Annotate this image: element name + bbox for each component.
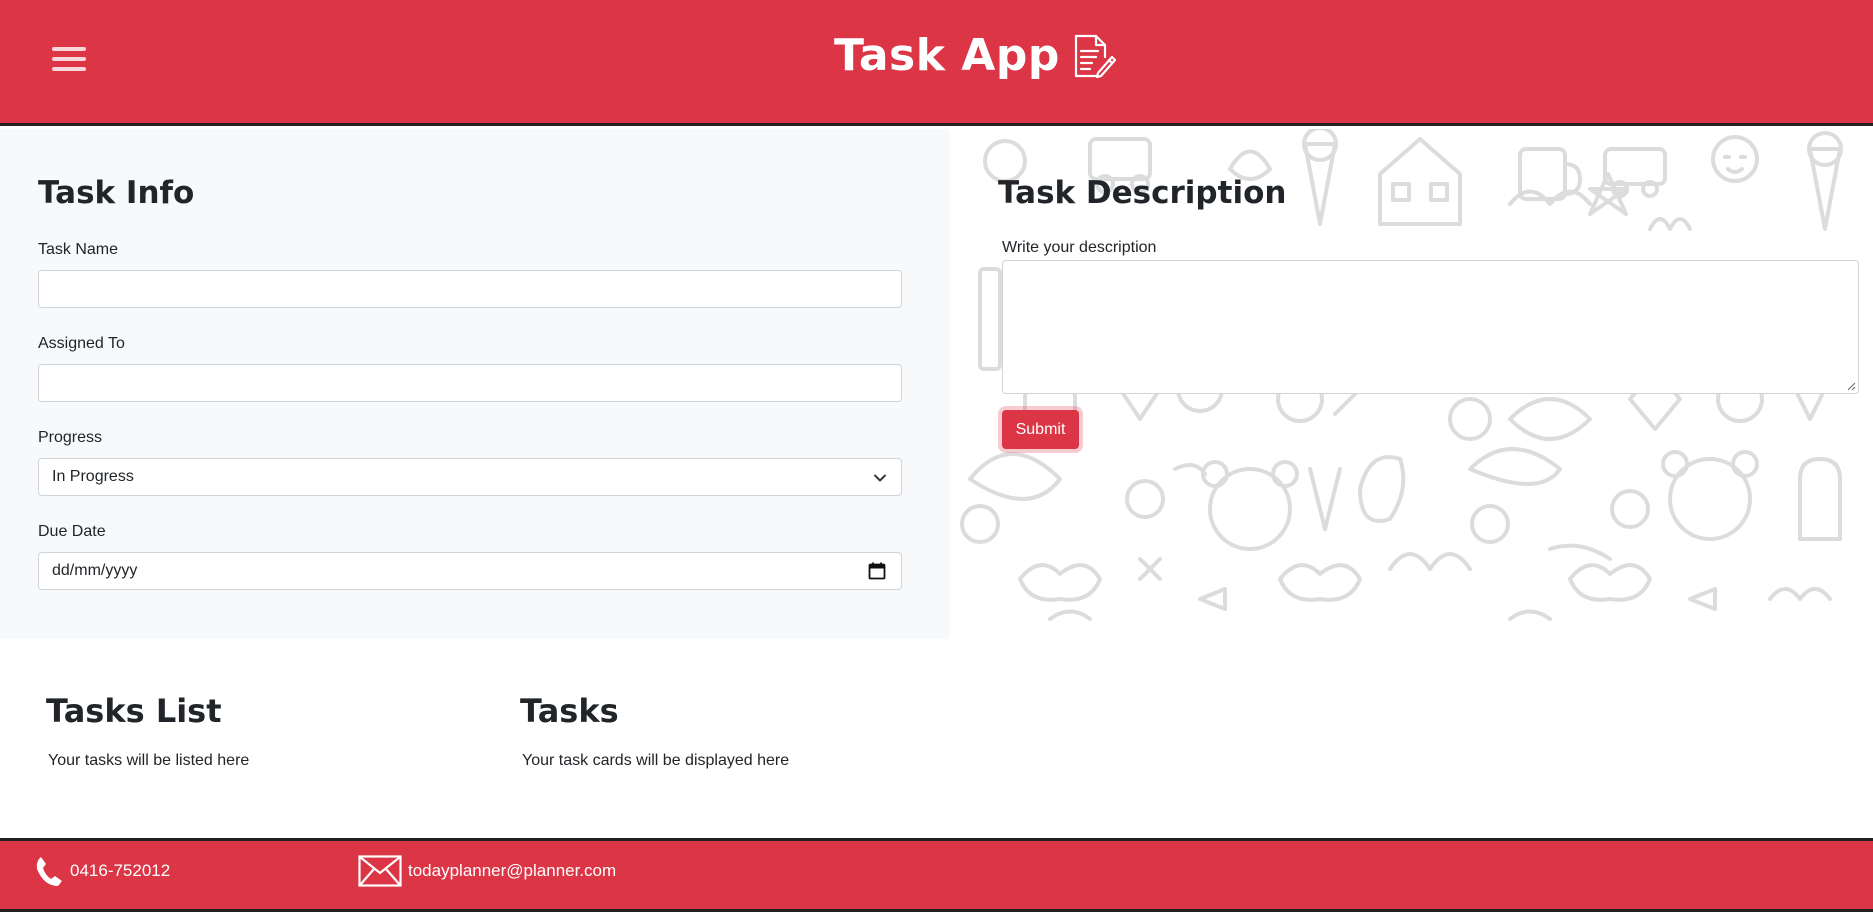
- email-address[interactable]: todayplanner@planner.com: [408, 861, 616, 881]
- footer: 0416-752012 todayplanner@planner.com: [0, 838, 1873, 912]
- progress-label: Progress: [38, 429, 103, 446]
- app-title: Task App: [834, 30, 1060, 81]
- due-date-input[interactable]: dd/mm/yyyy: [38, 552, 902, 590]
- top-navbar: Task App: [0, 0, 1873, 126]
- description-label: Write your description: [1002, 239, 1157, 256]
- progress-selected-value: In Progress: [52, 468, 134, 485]
- due-date-placeholder: dd/mm/yyyy: [52, 562, 138, 579]
- tasks-list-heading: Tasks List: [46, 692, 222, 730]
- description-textarea[interactable]: [1002, 260, 1859, 394]
- hamburger-bar: [52, 47, 86, 51]
- task-info-panel: Task Info Task Name Assigned To Progress…: [0, 129, 950, 639]
- phone-icon: [36, 857, 62, 886]
- task-name-input[interactable]: [38, 270, 902, 308]
- footer-phone: 0416-752012: [34, 855, 170, 887]
- submit-button[interactable]: Submit: [1002, 410, 1079, 449]
- hamburger-bar: [52, 67, 86, 71]
- task-info-heading: Task Info: [38, 175, 195, 211]
- assigned-to-input[interactable]: [38, 364, 902, 402]
- tasks-heading: Tasks: [520, 692, 619, 730]
- resize-grip-icon[interactable]: [1846, 381, 1856, 391]
- hamburger-menu-button[interactable]: [52, 47, 88, 75]
- task-description-panel: Task Description Write your description …: [950, 129, 1873, 639]
- brand: Task App: [834, 30, 1116, 81]
- document-edit-icon: [1074, 34, 1116, 78]
- assigned-to-label: Assigned To: [38, 335, 125, 352]
- progress-select[interactable]: In Progress: [38, 458, 902, 496]
- hamburger-bar: [52, 57, 86, 61]
- phone-number: 0416-752012: [70, 861, 171, 880]
- tasks-text: Your task cards will be displayed here: [522, 752, 790, 769]
- task-name-label: Task Name: [38, 241, 119, 258]
- task-description-heading: Task Description: [998, 175, 1287, 211]
- chevron-down-icon: [874, 474, 886, 482]
- footer-email: todayplanner@planner.com: [358, 855, 616, 887]
- tasks-list-text: Your tasks will be listed here: [48, 752, 250, 769]
- calendar-icon[interactable]: [868, 562, 886, 580]
- due-date-label: Due Date: [38, 523, 106, 540]
- envelope-icon: [358, 855, 402, 887]
